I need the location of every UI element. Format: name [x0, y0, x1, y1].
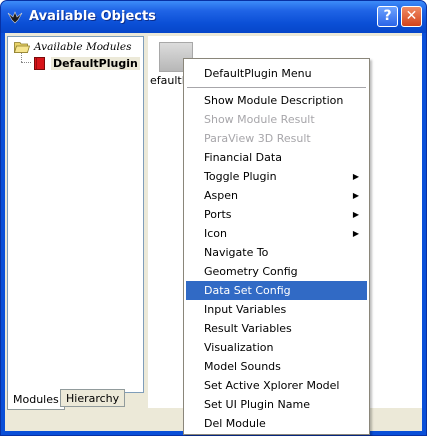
menu-item-label: Set Active Xplorer Model [204, 379, 340, 392]
red-book-icon [34, 56, 45, 70]
menu-item[interactable]: Geometry Config [186, 262, 367, 281]
menu-item: Show Module Result [186, 110, 367, 129]
open-folder-icon [14, 42, 30, 53]
menu-item[interactable]: Set Active Xplorer Model [186, 376, 367, 395]
tree-label: Available Modules [34, 41, 132, 53]
module-tree-panel: Available Modules DefaultPlugin [7, 36, 144, 393]
menu-item[interactable]: Visualization [186, 338, 367, 357]
menu-item-label: Navigate To [204, 246, 269, 259]
menu-item-label: Icon [204, 227, 227, 240]
tab-modules[interactable]: Modules [7, 391, 65, 410]
menu-item-label: Toggle Plugin [204, 170, 277, 183]
menu-item-label: Set UI Plugin Name [204, 398, 310, 411]
menu-item[interactable]: Result Variables [186, 319, 367, 338]
submenu-arrow-icon: ▶ [352, 229, 359, 238]
submenu-arrow-icon: ▶ [352, 210, 359, 219]
tab-hierarchy[interactable]: Hierarchy [60, 389, 126, 407]
context-menu: DefaultPlugin Menu Show Module Descripti… [183, 58, 370, 435]
window-title: Available Objects [29, 9, 156, 24]
tree-item-defaultplugin[interactable]: DefaultPlugin [34, 55, 140, 71]
submenu-arrow-icon: ▶ [352, 191, 359, 200]
menu-item-label: Visualization [204, 341, 274, 354]
menu-item-label: Model Sounds [204, 360, 281, 373]
menu-item-label: Result Variables [204, 322, 292, 335]
tree-label: DefaultPlugin [51, 56, 140, 70]
menu-item[interactable]: Set UI Plugin Name [186, 395, 367, 414]
menu-item[interactable]: Model Sounds [186, 357, 367, 376]
menu-item[interactable]: Ports ▶ [186, 205, 367, 224]
menu-item[interactable]: Input Variables [186, 300, 367, 319]
menu-title: DefaultPlugin Menu [204, 67, 312, 80]
menu-item[interactable]: Data Set Config [186, 281, 367, 300]
tree-item-available-modules[interactable]: Available Modules [14, 39, 131, 55]
menu-item[interactable]: Toggle Plugin ▶ [186, 167, 367, 186]
menu-item[interactable]: Aspen ▶ [186, 186, 367, 205]
menu-item[interactable]: Icon ▶ [186, 224, 367, 243]
menu-item-label: Data Set Config [204, 284, 291, 297]
menu-item-label: Del Module [204, 417, 266, 430]
submenu-arrow-icon: ▶ [352, 172, 359, 181]
tree-connector [21, 62, 31, 63]
menu-item-label: Financial Data [204, 151, 282, 164]
help-button[interactable]: ? [377, 6, 398, 27]
title-bar[interactable]: Available Objects ? ✕ [1, 1, 426, 33]
bird-app-icon [7, 11, 23, 24]
menu-item-label: Aspen [204, 189, 238, 202]
menu-item-label: Show Module Result [204, 113, 315, 126]
menu-item[interactable]: Financial Data [186, 148, 367, 167]
menu-item-label: Ports [204, 208, 232, 221]
close-button[interactable]: ✕ [401, 6, 422, 27]
menu-item[interactable]: Show Module Description [186, 91, 367, 110]
menu-item-label: Geometry Config [204, 265, 298, 278]
menu-item[interactable]: Del Module [186, 414, 367, 433]
menu-item-label: ParaView 3D Result [204, 132, 311, 145]
menu-item: ParaView 3D Result [186, 129, 367, 148]
menu-item[interactable]: Navigate To [186, 243, 367, 262]
menu-item-label: Input Variables [204, 303, 287, 316]
menu-separator [187, 87, 366, 88]
menu-item-label: Show Module Description [204, 94, 344, 107]
